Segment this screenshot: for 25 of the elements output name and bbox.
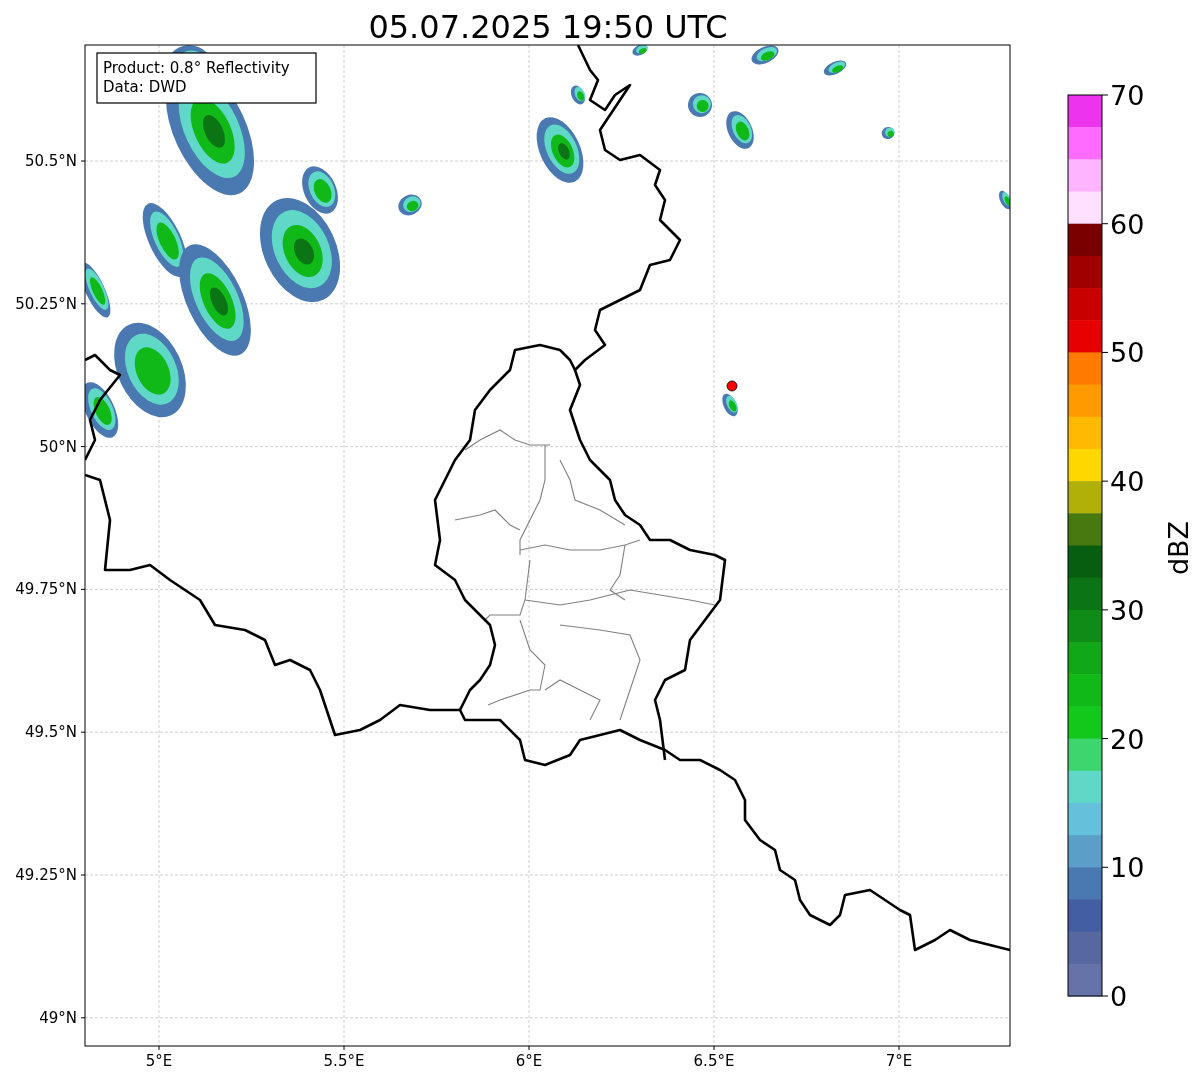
colorbar-tick-label: 20 [1110, 723, 1145, 755]
colorbar-tick-label: 30 [1110, 594, 1145, 626]
colorbar-tick-label: 0 [1110, 981, 1128, 1012]
colorbar-tick-label: 60 [1110, 208, 1145, 240]
y-tick-label: 49.75°N [15, 580, 77, 599]
x-tick-label: 6°E [515, 1052, 543, 1070]
x-tick-label: 7°E [885, 1052, 913, 1070]
plot-title: 05.07.2025 19:50 UTC [368, 8, 728, 46]
colorbar-tick-label: 40 [1110, 466, 1145, 498]
location-marker [726, 380, 738, 392]
y-tick-label: 50.25°N [15, 294, 77, 313]
y-tick-label: 49°N [39, 1008, 77, 1027]
y-tick-label: 49.5°N [24, 723, 77, 742]
x-tick-label: 5°E [145, 1052, 173, 1070]
info-text: Product: 0.8° Reflectivity [103, 59, 290, 77]
y-tick-label: 49.25°N [15, 866, 77, 884]
colorbar-tick-label: 10 [1110, 852, 1145, 884]
x-tick-label: 5.5°E [323, 1052, 365, 1070]
colorbar-tick-label: 70 [1110, 80, 1145, 111]
info-text: Data: DWD [103, 78, 187, 96]
y-tick-label: 50.5°N [24, 152, 77, 170]
x-tick-label: 6.5°E [693, 1052, 735, 1070]
colorbar-tick-label: 50 [1110, 337, 1145, 369]
y-tick-label: 50°N [39, 437, 77, 456]
colorbar-label: dBZ [1163, 520, 1194, 576]
